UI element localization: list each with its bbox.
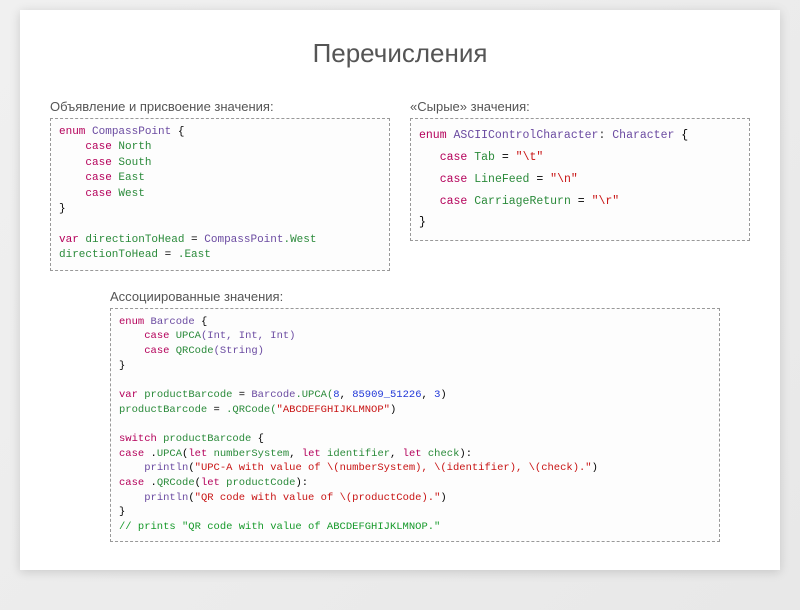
slide: Перечисления Объявление и присвоение зна…	[20, 10, 780, 570]
top-row: Объявление и присвоение значения: enum C…	[50, 99, 750, 271]
code-block-3: enum Barcode { case UPCA(Int, Int, Int) …	[110, 308, 720, 542]
section-associated-values: Ассоциированные значения: enum Barcode {…	[110, 289, 720, 542]
page-title: Перечисления	[50, 38, 750, 69]
section-raw-values: «Сырые» значения: enum ASCIIControlChara…	[410, 99, 750, 271]
code-block-1: enum CompassPoint { case North case Sout…	[50, 118, 390, 271]
section1-label: Объявление и присвоение значения:	[50, 99, 390, 114]
code-block-2: enum ASCIIControlCharacter: Character { …	[410, 118, 750, 241]
section3-label: Ассоциированные значения:	[110, 289, 720, 304]
section-declaration: Объявление и присвоение значения: enum C…	[50, 99, 390, 271]
section2-label: «Сырые» значения:	[410, 99, 750, 114]
